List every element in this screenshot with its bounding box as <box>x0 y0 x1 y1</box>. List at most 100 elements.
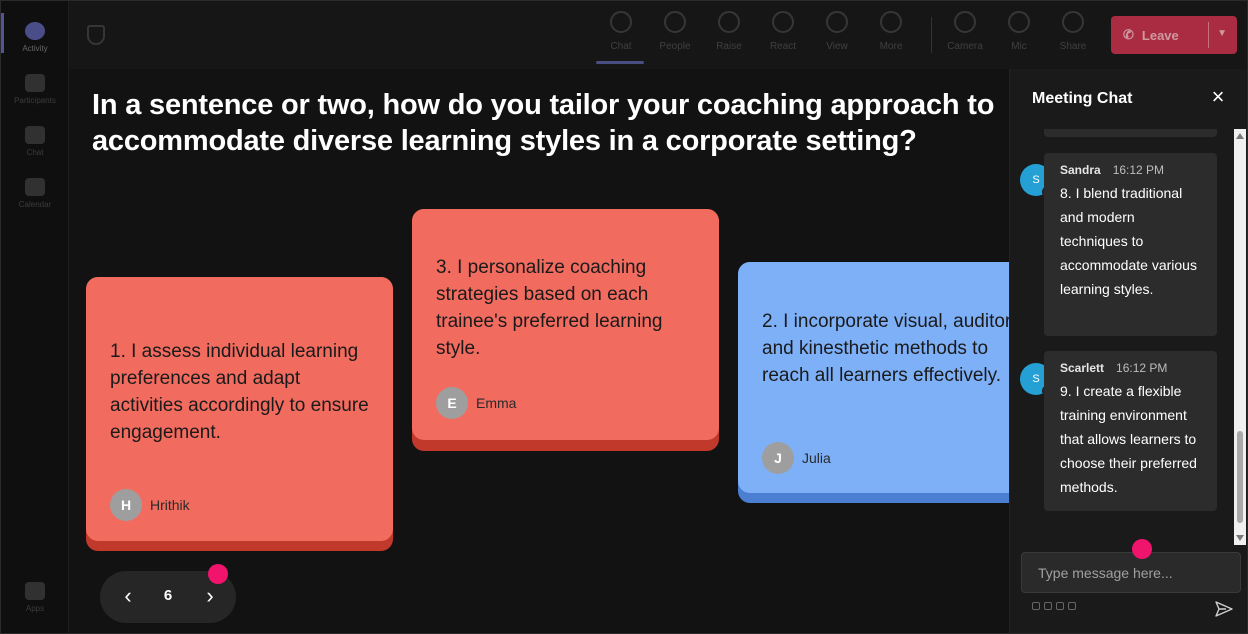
scroll-thumb[interactable] <box>1237 431 1243 523</box>
toolbar-label: People <box>659 41 691 52</box>
scroll-up-arrow[interactable] <box>1236 133 1244 139</box>
author-name: Emma <box>476 395 517 411</box>
shield-icon <box>87 25 105 45</box>
toolbar-label: Chat <box>610 41 632 52</box>
active-tab-indicator <box>596 61 644 64</box>
sender-name: Sandra <box>1060 163 1101 177</box>
chat-title: Meeting Chat <box>1032 90 1133 107</box>
message-time: 16:12 PM <box>1112 163 1165 177</box>
activity-icon <box>25 21 45 40</box>
toolbar-divider <box>931 17 932 53</box>
card-author: H Hrithik <box>110 489 190 521</box>
chat-message: Scarlett 16:12 PM 9. I create a flexible… <box>1044 351 1217 511</box>
scroll-down-arrow[interactable] <box>1236 535 1244 541</box>
toolbar-react-button[interactable]: React <box>757 11 809 61</box>
toolbar-more-button[interactable]: More <box>865 11 917 61</box>
message-text: 9. I create a flexible training environm… <box>1060 383 1197 495</box>
laser-pointer-dot <box>1132 539 1152 559</box>
toolbar-label: Share <box>1059 41 1087 52</box>
rail-item-chat[interactable]: Chat <box>1 115 69 167</box>
rail-item-apps[interactable]: Apps <box>1 571 69 623</box>
message-bubble-partial <box>1044 129 1217 137</box>
card-text: 1. I assess individual learning preferen… <box>110 341 369 443</box>
toolbar-label: Mic <box>1011 41 1027 52</box>
send-icon[interactable] <box>1214 599 1234 619</box>
participants-icon <box>25 73 45 92</box>
calendar-icon <box>25 177 45 196</box>
toolbar-label: React <box>769 41 797 52</box>
raise-hand-icon <box>718 11 740 33</box>
response-card[interactable]: 1. I assess individual learning preferen… <box>86 277 393 551</box>
leave-button[interactable]: ✆ Leave ▼ <box>1111 16 1237 54</box>
view-icon <box>826 11 848 33</box>
people-icon <box>664 11 686 33</box>
chat-message-list: S Sandra 16:12 PM 8. I blend traditional… <box>1010 129 1235 545</box>
attach-icon[interactable] <box>1044 602 1052 610</box>
toolbar-label: View <box>826 41 848 52</box>
rail-item-label: Calendar <box>18 199 52 209</box>
chat-scrollbar[interactable] <box>1234 129 1246 545</box>
toolbar-label: Raise <box>716 41 742 52</box>
toolbar-mic-button[interactable]: Mic <box>993 11 1045 61</box>
rail-item-label: Chat <box>26 147 44 157</box>
rail-item-calendar[interactable]: Calendar <box>1 167 69 219</box>
meeting-chat-panel: Meeting Chat × S Sandra 16:12 PM 8. I bl… <box>1009 69 1247 633</box>
phone-icon: ✆ <box>1123 27 1134 42</box>
avatar-initial: S <box>1032 174 1040 186</box>
gif-icon[interactable] <box>1068 602 1076 610</box>
meeting-window: Activity Participants Chat Calendar Apps… <box>0 0 1248 634</box>
toolbar-view-button[interactable]: View <box>811 11 863 61</box>
card-author: E Emma <box>436 387 516 419</box>
rail-item-participants[interactable]: Participants <box>1 63 69 115</box>
laser-pointer-dot <box>208 564 228 584</box>
message-meta: Scarlett 16:12 PM <box>1060 361 1205 375</box>
avatar-initial: S <box>1032 373 1040 385</box>
toolbar-label: More <box>879 41 903 52</box>
page-number: 6 <box>163 587 173 604</box>
app-rail: Activity Participants Chat Calendar Apps <box>1 1 69 633</box>
format-icon[interactable] <box>1032 602 1040 610</box>
chevron-right-icon[interactable]: › <box>198 585 222 609</box>
whiteboard-stage: In a sentence or two, how do you tailor … <box>69 69 1009 633</box>
card-text: 2. I incorporate visual, auditory, and k… <box>762 311 1009 386</box>
avatar: H <box>110 489 142 521</box>
close-icon[interactable]: × <box>1208 86 1228 108</box>
avatar: E <box>436 387 468 419</box>
camera-icon <box>954 11 976 33</box>
card-author: J Julia <box>762 442 831 474</box>
avatar: J <box>762 442 794 474</box>
leave-divider <box>1208 22 1209 48</box>
meeting-toolbar: Chat People Raise React View More Camera <box>69 1 1247 69</box>
toolbar-camera-button[interactable]: Camera <box>939 11 991 61</box>
chat-icon <box>25 125 45 144</box>
mic-icon <box>1008 11 1030 33</box>
author-name: Hrithik <box>150 497 190 513</box>
message-meta: Sandra 16:12 PM <box>1060 163 1205 177</box>
toolbar-share-button[interactable]: Share <box>1047 11 1099 61</box>
more-icon <box>880 11 902 33</box>
rail-item-label: Activity <box>22 43 48 53</box>
toolbar-label: Camera <box>947 41 983 52</box>
rail-item-activity[interactable]: Activity <box>1 11 69 63</box>
author-name: Julia <box>802 450 831 466</box>
leave-label: Leave <box>1141 27 1179 43</box>
chevron-left-icon[interactable]: ‹ <box>116 585 140 609</box>
rail-item-label: Apps <box>25 603 45 613</box>
toolbar-raise-button[interactable]: Raise <box>703 11 755 61</box>
share-icon <box>1062 11 1084 33</box>
response-card[interactable]: 3. I personalize coaching strategies bas… <box>412 209 719 451</box>
apps-icon <box>25 581 45 600</box>
toolbar-people-button[interactable]: People <box>649 11 701 61</box>
chat-message-input[interactable] <box>1021 552 1241 593</box>
rail-item-label: Participants <box>14 95 56 105</box>
card-text: 3. I personalize coaching strategies bas… <box>436 257 663 359</box>
message-text: 8. I blend traditional and modern techni… <box>1060 185 1197 297</box>
response-card[interactable]: 2. I incorporate visual, auditory, and k… <box>738 262 1009 503</box>
sender-name: Scarlett <box>1060 361 1105 375</box>
chat-message: Sandra 16:12 PM 8. I blend traditional a… <box>1044 153 1217 336</box>
emoji-icon[interactable] <box>1056 602 1064 610</box>
chevron-down-icon[interactable]: ▼ <box>1217 28 1227 39</box>
react-icon <box>772 11 794 33</box>
toolbar-chat-button[interactable]: Chat <box>595 11 647 61</box>
question-title: In a sentence or two, how do you tailor … <box>92 89 995 157</box>
